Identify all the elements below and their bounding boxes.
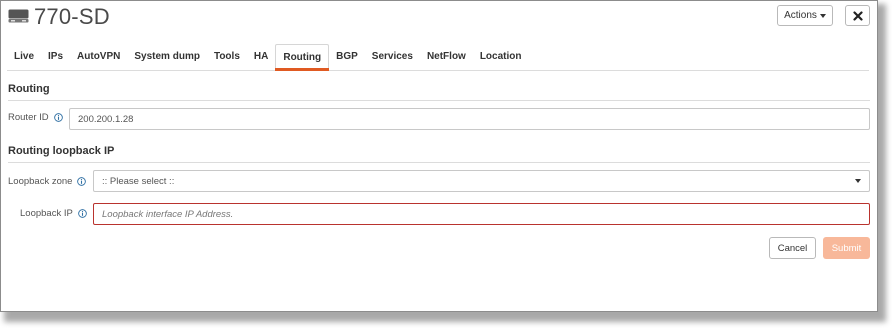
tab-bgp[interactable]: BGP bbox=[329, 44, 365, 70]
loopback-zone-select[interactable]: :: Please select :: bbox=[93, 170, 870, 192]
section-divider bbox=[8, 100, 870, 101]
loopback-zone-label: Loopback zone bbox=[8, 176, 87, 187]
network-appliance-icon bbox=[8, 9, 29, 23]
loopback-zone-label-text: Loopback zone bbox=[8, 176, 73, 187]
section-divider bbox=[8, 162, 870, 163]
close-button[interactable] bbox=[845, 5, 870, 26]
chevron-down-icon bbox=[819, 13, 826, 18]
tab-netflow[interactable]: NetFlow bbox=[420, 44, 473, 70]
router-id-label: Router ID bbox=[8, 112, 63, 123]
loopback-section-title: Routing loopback IP bbox=[8, 145, 115, 157]
tab-tools[interactable]: Tools bbox=[207, 44, 247, 70]
info-icon[interactable] bbox=[77, 177, 87, 186]
tab-system-dump[interactable]: System dump bbox=[127, 44, 207, 70]
close-icon bbox=[852, 10, 863, 21]
submit-button[interactable]: Submit bbox=[823, 237, 870, 259]
cancel-button[interactable]: Cancel bbox=[769, 237, 816, 259]
actions-dropdown-button[interactable]: Actions bbox=[777, 5, 833, 26]
tab-location[interactable]: Location bbox=[473, 44, 529, 70]
router-id-label-text: Router ID bbox=[8, 112, 49, 123]
page-title: 770-SD bbox=[34, 4, 110, 29]
tab-ha[interactable]: HA bbox=[247, 44, 275, 70]
tab-services[interactable]: Services bbox=[365, 44, 420, 70]
device-panel: 770-SD Actions Live IPs AutoVPN System d… bbox=[0, 0, 878, 312]
chevron-down-icon bbox=[855, 179, 861, 183]
actions-label: Actions bbox=[784, 10, 817, 21]
loopback-ip-label-text: Loopback IP bbox=[20, 208, 73, 219]
tab-bar: Live IPs AutoVPN System dump Tools HA Ro… bbox=[7, 44, 869, 71]
loopback-ip-input[interactable] bbox=[93, 203, 870, 225]
tab-routing[interactable]: Routing bbox=[275, 44, 330, 71]
routing-section-title: Routing bbox=[8, 83, 50, 95]
tab-autovpn[interactable]: AutoVPN bbox=[70, 44, 127, 70]
loopback-ip-label: Loopback IP bbox=[20, 208, 87, 219]
loopback-zone-selected: :: Please select :: bbox=[102, 175, 175, 187]
router-id-input[interactable] bbox=[69, 108, 870, 130]
tab-live[interactable]: Live bbox=[7, 44, 41, 70]
tab-ips[interactable]: IPs bbox=[41, 44, 70, 70]
info-icon[interactable] bbox=[53, 113, 63, 122]
info-icon[interactable] bbox=[78, 209, 87, 218]
